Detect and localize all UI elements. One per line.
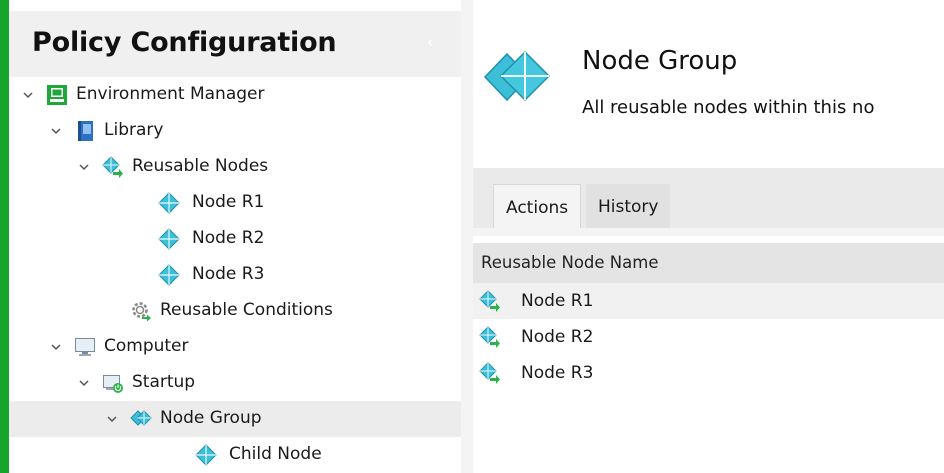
tree-item-label: Node R2 [192,228,265,248]
library-book-icon [74,120,96,142]
node-diamond-icon [158,264,180,286]
list-item-label: Node R1 [521,291,594,311]
brand-accent-bar [0,0,9,473]
column-header-reusable-node-name[interactable]: Reusable Node Name [473,243,944,283]
collapse-panel-button[interactable]: ‹ [423,33,437,51]
node-diamond-icon [158,228,180,250]
tree-item-label: Reusable Conditions [160,300,333,320]
chevron-down-icon[interactable] [49,340,63,354]
chevron-down-icon[interactable] [21,88,35,102]
detail-description: All reusable nodes within this no [582,97,875,118]
chevron-down-icon[interactable] [105,412,119,426]
node-diamond-icon [195,444,217,466]
tree-item-label: Node R3 [192,264,265,284]
environment-manager-icon [46,84,68,106]
tree-item-label: Library [104,120,164,140]
reusable-conditions-gear-icon [130,300,152,322]
detail-panel: Node Group All reusable nodes within thi… [473,0,944,473]
tree-item-label: Child Node [229,444,322,464]
list-item-label: Node R2 [521,327,594,347]
tree-item-environment-manager[interactable]: Environment Manager [9,77,461,113]
tree-item-child-node[interactable]: Child Node [9,437,461,473]
reusable-nodes-icon [102,156,124,178]
reusable-node-icon [479,362,501,384]
list-item-label: Node R3 [521,363,594,383]
tree-item-reusable-conditions[interactable]: Reusable Conditions [9,293,461,329]
node-diamond-icon [158,192,180,214]
list-item[interactable]: Node R1 [473,283,944,319]
panel-splitter[interactable] [461,0,473,473]
tab-strip: Actions History [473,168,944,228]
tree-item-reusable-nodes[interactable]: Reusable Nodes [9,149,461,185]
tab-history[interactable]: History [586,184,671,228]
tree-item-node-group[interactable]: Node Group [9,401,461,437]
startup-icon [102,372,124,394]
panel-title: Policy Configuration [32,27,337,58]
tree-item-node-r1[interactable]: Node R1 [9,185,461,221]
tree-item-startup[interactable]: Startup [9,365,461,401]
tree-item-library[interactable]: Library [9,113,461,149]
tree-item-label: Node Group [160,408,262,428]
tab-body-edge [473,228,944,236]
tree-item-label: Environment Manager [76,84,265,104]
tree-item-computer[interactable]: Computer [9,329,461,365]
reusable-node-icon [479,326,501,348]
tree-item-label: Startup [132,372,196,392]
chevron-down-icon[interactable] [77,376,91,390]
tree-item-label: Computer [104,336,189,356]
tree-item-node-r3[interactable]: Node R3 [9,257,461,293]
chevron-down-icon[interactable] [49,124,63,138]
node-group-large-icon [481,44,553,110]
computer-monitor-icon [74,336,96,358]
reusable-node-icon [479,290,501,312]
detail-title: Node Group [582,46,738,76]
tree-item-label: Node R1 [192,192,265,212]
panel-header: Policy Configuration ‹ [9,11,461,77]
node-group-icon [130,408,152,430]
chevron-down-icon[interactable] [77,160,91,174]
tab-actions[interactable]: Actions [493,184,582,228]
list-item[interactable]: Node R2 [473,319,944,355]
tree-item-label: Reusable Nodes [132,156,269,176]
navigation-panel: Policy Configuration ‹ Environment Manag… [9,0,461,473]
list-item[interactable]: Node R3 [473,355,944,391]
tree-item-node-r2[interactable]: Node R2 [9,221,461,257]
